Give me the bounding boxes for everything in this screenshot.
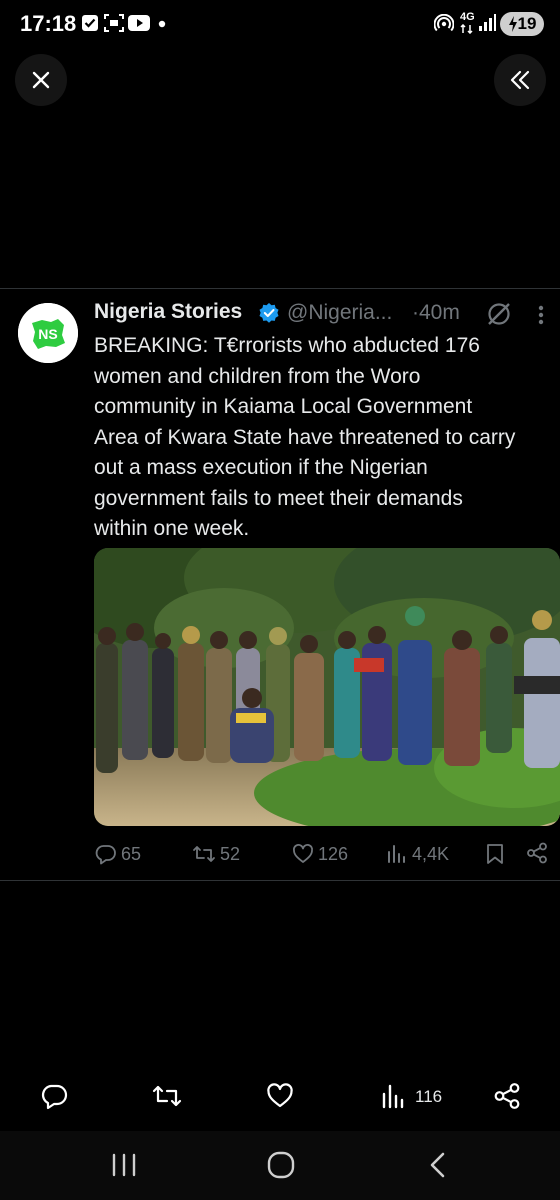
charging-icon bbox=[508, 16, 517, 32]
collapse-icon bbox=[510, 70, 530, 90]
data-arrows-icon bbox=[460, 24, 473, 34]
status-bar: 17:18 4G 19 bbox=[0, 0, 560, 48]
display-name[interactable]: Nigeria Stories bbox=[94, 300, 242, 324]
hotspot-icon bbox=[434, 14, 454, 32]
repost-button[interactable]: 52 bbox=[192, 841, 240, 867]
status-time: 17:18 bbox=[20, 11, 77, 36]
close-icon bbox=[32, 71, 50, 89]
bottom-repost-icon[interactable] bbox=[151, 1082, 183, 1110]
battery-indicator: 19 bbox=[500, 12, 544, 36]
back-icon[interactable] bbox=[426, 1151, 448, 1179]
handle[interactable]: @Nigeria... bbox=[287, 301, 392, 325]
bottom-like-icon[interactable] bbox=[266, 1082, 294, 1110]
repost-icon bbox=[193, 846, 215, 862]
notification-dot-icon bbox=[158, 20, 166, 28]
bottom-views-icon[interactable] bbox=[381, 1082, 407, 1110]
svg-text:NS: NS bbox=[38, 326, 57, 342]
group-photo bbox=[94, 548, 560, 826]
views-button[interactable]: 4,4K bbox=[386, 841, 449, 867]
battery-level: 19 bbox=[517, 14, 537, 33]
divider bbox=[0, 880, 560, 881]
verified-badge-icon bbox=[259, 303, 279, 323]
more-icon[interactable] bbox=[538, 305, 544, 325]
grok-icon[interactable] bbox=[486, 301, 512, 327]
bottom-share-icon[interactable] bbox=[493, 1082, 521, 1110]
views-icon bbox=[388, 845, 405, 863]
bottom-view-count: 116 bbox=[415, 1087, 443, 1106]
tweet-text: BREAKING: T€rrorists who abducted 176 wo… bbox=[94, 334, 516, 540]
bookmark-icon[interactable] bbox=[486, 843, 504, 865]
collapse-button[interactable] bbox=[494, 54, 546, 106]
avatar[interactable]: NS bbox=[18, 303, 78, 363]
home-icon[interactable] bbox=[266, 1150, 296, 1180]
screenshot-notification-icon bbox=[104, 14, 124, 32]
recents-icon[interactable] bbox=[110, 1153, 138, 1177]
network-type: 4G bbox=[460, 11, 475, 23]
checkbox-notification-icon bbox=[82, 15, 98, 31]
divider bbox=[0, 288, 560, 289]
view-count: 4,4K bbox=[412, 843, 450, 864]
signal-icon bbox=[479, 14, 496, 31]
like-icon bbox=[293, 844, 313, 863]
like-button[interactable]: 126 bbox=[292, 841, 348, 867]
youtube-notification-icon bbox=[128, 15, 150, 31]
reply-button[interactable]: 65 bbox=[95, 841, 141, 867]
reply-icon bbox=[95, 845, 116, 865]
like-count: 126 bbox=[318, 843, 349, 864]
share-icon[interactable] bbox=[526, 842, 548, 864]
nigeria-stories-logo: NS bbox=[18, 303, 78, 363]
close-button[interactable] bbox=[15, 54, 67, 106]
repost-count: 52 bbox=[220, 843, 241, 864]
tweet-media-image[interactable] bbox=[94, 548, 560, 826]
bottom-reply-icon[interactable] bbox=[40, 1082, 68, 1110]
reply-count: 65 bbox=[121, 843, 142, 864]
timestamp[interactable]: ·40m bbox=[412, 301, 460, 325]
